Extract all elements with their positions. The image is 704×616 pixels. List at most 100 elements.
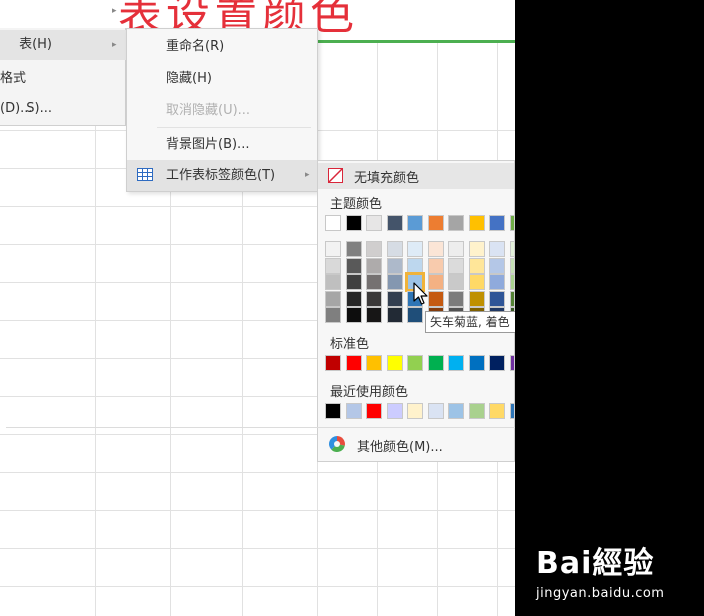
theme-shade-swatch[interactable] xyxy=(345,241,362,257)
recent-color-swatch[interactable] xyxy=(407,403,423,419)
standard-color-swatch[interactable] xyxy=(489,355,505,371)
submenu-arrow-icon: ▸ xyxy=(112,40,117,50)
theme-shade-swatch[interactable] xyxy=(345,274,362,290)
standard-color-swatch[interactable] xyxy=(325,355,341,371)
theme-color-swatch[interactable] xyxy=(345,215,362,231)
theme-shade-swatch[interactable] xyxy=(345,307,362,323)
menu-item-tab-color[interactable]: 工作表标签颜色(T) ▸ xyxy=(127,160,317,191)
theme-shade-swatch[interactable] xyxy=(366,241,382,257)
standard-color-swatch[interactable] xyxy=(407,355,423,371)
color-tooltip: 矢车菊蓝, 着色 xyxy=(425,311,525,333)
theme-shade-swatch[interactable] xyxy=(468,257,485,274)
watermark-url: jingyan.baidu.com xyxy=(536,586,665,601)
title-underline xyxy=(318,40,515,43)
theme-shade-swatch[interactable] xyxy=(366,307,382,323)
recent-color-swatch[interactable] xyxy=(448,403,464,419)
theme-colors-heading: 主题颜色 xyxy=(330,197,383,212)
theme-shade-swatch[interactable] xyxy=(489,274,505,290)
theme-shade-swatch[interactable] xyxy=(325,257,341,274)
theme-shade-swatch[interactable] xyxy=(468,241,485,257)
submenu-arrow-icon: ▸ xyxy=(112,6,117,16)
standard-color-swatch[interactable] xyxy=(345,355,362,371)
theme-color-swatch[interactable] xyxy=(427,215,444,231)
theme-color-swatch[interactable] xyxy=(386,215,403,231)
theme-shade-swatch[interactable] xyxy=(448,290,464,307)
menu-item-background-image[interactable]: 背景图片(B)... xyxy=(127,129,317,160)
theme-shade-swatch[interactable] xyxy=(489,241,505,257)
theme-shade-swatch[interactable] xyxy=(386,290,403,307)
menu-item-label: 重命名(R) xyxy=(166,39,225,54)
menu-item-hide-show[interactable]: 表(H) ▸ xyxy=(0,30,126,60)
theme-color-swatch[interactable] xyxy=(468,215,485,231)
menu-item-format[interactable]: 格式(D)... xyxy=(0,64,126,116)
standard-color-swatch[interactable] xyxy=(386,355,403,371)
theme-shade-swatch[interactable] xyxy=(325,241,341,257)
standard-color-swatch[interactable] xyxy=(366,355,382,371)
watermark-brand: Bai經验 xyxy=(536,546,655,581)
theme-shade-swatch[interactable] xyxy=(489,290,505,307)
menu-item-label: 表(H) xyxy=(19,37,52,52)
theme-shade-swatch[interactable] xyxy=(489,257,505,274)
theme-shade-swatch[interactable] xyxy=(407,241,423,257)
theme-shade-swatch[interactable] xyxy=(427,241,444,257)
standard-color-swatch[interactable] xyxy=(448,355,464,371)
theme-shade-swatch[interactable] xyxy=(427,257,444,274)
no-fill-label: 无填充颜色 xyxy=(354,171,420,186)
standard-color-swatch[interactable] xyxy=(427,355,444,371)
menu-item-rename[interactable]: 重命名(R) xyxy=(127,31,317,62)
standard-color-swatch[interactable] xyxy=(468,355,485,371)
theme-shade-swatch[interactable] xyxy=(386,241,403,257)
recent-color-swatch[interactable] xyxy=(345,403,362,419)
theme-color-swatch[interactable] xyxy=(448,215,464,231)
theme-color-swatch[interactable] xyxy=(489,215,505,231)
menu-item-label: 取消隐藏(U)... xyxy=(166,103,251,118)
theme-shade-swatch[interactable] xyxy=(325,307,341,323)
sheet-tab-submenu: 重命名(R) 隐藏(H) 取消隐藏(U)... 背景图片(B)... 工作表标签… xyxy=(126,28,318,192)
recent-color-swatch[interactable] xyxy=(489,403,505,419)
recent-color-swatch[interactable] xyxy=(468,403,485,419)
theme-shade-swatch[interactable] xyxy=(407,257,423,274)
more-colors-label: 其他颜色(M)... xyxy=(357,440,443,455)
theme-shade-swatch[interactable] xyxy=(468,290,485,307)
grid-row-line xyxy=(0,586,515,587)
table-grid-icon xyxy=(137,168,153,181)
theme-color-swatch[interactable] xyxy=(407,215,423,231)
theme-shade-swatch[interactable] xyxy=(366,290,382,307)
grid-row-line xyxy=(0,510,515,511)
theme-color-swatch[interactable] xyxy=(325,215,341,231)
theme-shade-swatch[interactable] xyxy=(345,290,362,307)
theme-shade-swatch[interactable] xyxy=(386,307,403,323)
menu-item-label: 背景图片(B)... xyxy=(166,137,250,152)
recent-color-swatch[interactable] xyxy=(325,403,341,419)
theme-color-swatch[interactable] xyxy=(366,215,382,231)
theme-shade-swatch[interactable] xyxy=(468,274,485,290)
theme-shade-swatch[interactable] xyxy=(407,307,423,323)
theme-shade-swatch[interactable] xyxy=(448,274,464,290)
menu-item-hide[interactable]: 隐藏(H) xyxy=(127,63,317,94)
grid-row-line xyxy=(0,548,515,549)
more-colors-option[interactable]: 其他颜色(M)... xyxy=(317,430,515,458)
no-fill-option[interactable]: 无填充颜色 xyxy=(318,163,514,189)
menu-item-clipped[interactable]: S)... xyxy=(0,94,126,124)
recent-color-swatch[interactable] xyxy=(427,403,444,419)
grid-column-line xyxy=(95,40,96,616)
theme-shade-swatch[interactable] xyxy=(325,290,341,307)
menu-separator xyxy=(157,127,311,128)
color-wheel-icon xyxy=(329,436,345,452)
menu-item-unhide[interactable]: 取消隐藏(U)... xyxy=(127,95,317,126)
no-fill-icon xyxy=(328,168,343,183)
mouse-cursor-icon xyxy=(413,282,428,305)
theme-shade-swatch[interactable] xyxy=(386,257,403,274)
recent-color-swatch[interactable] xyxy=(366,403,382,419)
theme-shade-swatch[interactable] xyxy=(448,241,464,257)
theme-shade-swatch[interactable] xyxy=(448,257,464,274)
theme-shade-swatch[interactable] xyxy=(366,274,382,290)
menu-item-label: 工作表标签颜色(T) xyxy=(166,168,276,183)
recent-color-swatch[interactable] xyxy=(386,403,403,419)
menu-item-label: S)... xyxy=(26,101,52,116)
theme-shade-swatch[interactable] xyxy=(386,274,403,290)
theme-shade-swatch[interactable] xyxy=(325,274,341,290)
context-menu-parent: ▸ 表(H) ▸ 格式(D)... S)... xyxy=(0,6,126,126)
theme-shade-swatch[interactable] xyxy=(345,257,362,274)
theme-shade-swatch[interactable] xyxy=(366,257,382,274)
